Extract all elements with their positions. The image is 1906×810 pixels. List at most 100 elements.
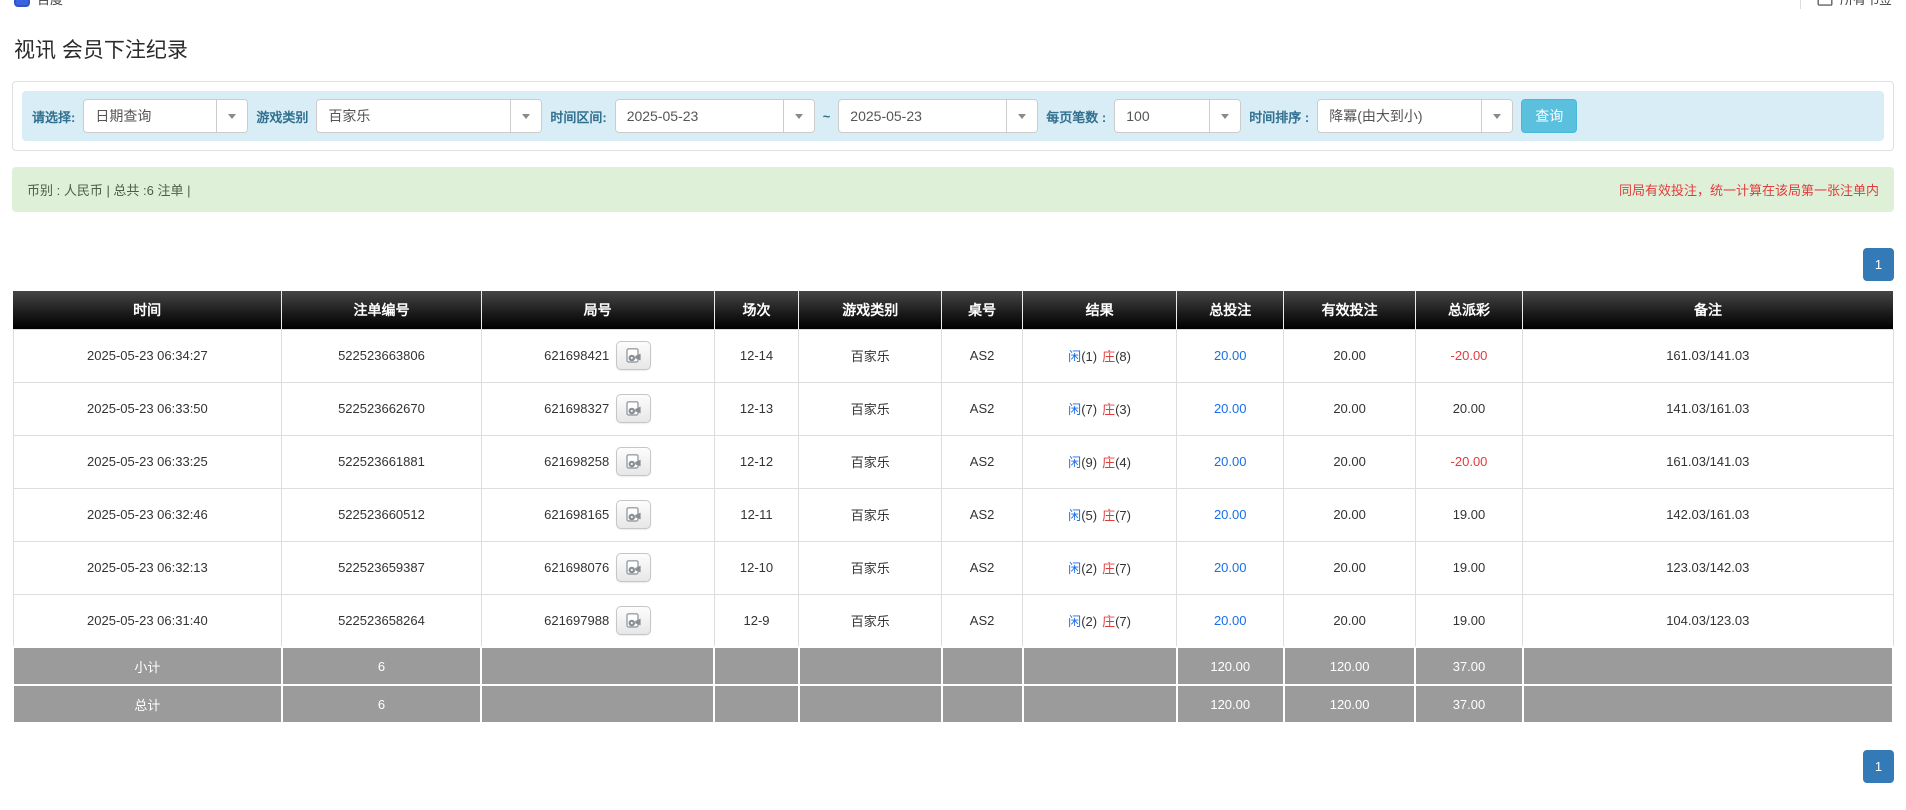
page-1-button[interactable]: 1 bbox=[1863, 248, 1894, 281]
cell-result: 闲(2)庄(7) bbox=[1023, 541, 1177, 594]
bookmark-favicon-icon bbox=[14, 0, 30, 7]
cell-session: 12-9 bbox=[714, 594, 799, 647]
column-header-game-type: 游戏类别 bbox=[799, 291, 942, 329]
total-row: 总计 6 120.00 120.00 37.00 bbox=[13, 685, 1893, 723]
records-table: 时间 注单编号 局号 场次 游戏类别 桌号 结果 总投注 有效投注 总派彩 备注… bbox=[12, 291, 1894, 724]
date-to-select[interactable]: 2025-05-23 bbox=[838, 99, 1038, 133]
date-from-value: 2025-05-23 bbox=[616, 100, 783, 132]
video-replay-button[interactable] bbox=[616, 394, 651, 423]
cell-round: 621697988 bbox=[481, 594, 714, 647]
cell-round: 621698165 bbox=[481, 488, 714, 541]
query-mode-select[interactable]: 日期查询 bbox=[83, 99, 248, 133]
table-row: 2025-05-23 06:31:40 522523658264 6216979… bbox=[13, 594, 1893, 647]
column-header-total-bet: 总投注 bbox=[1177, 291, 1284, 329]
column-header-valid-bet: 有效投注 bbox=[1284, 291, 1416, 329]
video-replay-button[interactable] bbox=[616, 553, 651, 582]
cell-game-type: 百家乐 bbox=[799, 329, 942, 382]
date-to-value: 2025-05-23 bbox=[839, 100, 1006, 132]
query-mode-value: 日期查询 bbox=[84, 100, 216, 132]
cell-time: 2025-05-23 06:31:40 bbox=[13, 594, 282, 647]
result-banker: 庄 bbox=[1102, 614, 1115, 629]
sort-order-value: 降冪(由大到小) bbox=[1318, 100, 1481, 132]
result-banker-score: (3) bbox=[1115, 402, 1131, 417]
cell-session: 12-13 bbox=[714, 382, 799, 435]
subtotal-total-bet: 120.00 bbox=[1177, 647, 1284, 685]
caret-down-icon bbox=[1481, 100, 1512, 132]
cell-remark: 142.03/161.03 bbox=[1523, 488, 1893, 541]
cell-round: 621698327 bbox=[481, 382, 714, 435]
result-player: 闲 bbox=[1068, 614, 1081, 629]
page-size-select[interactable]: 100 bbox=[1114, 99, 1241, 133]
video-replay-button[interactable] bbox=[616, 447, 651, 476]
cell-table-no: AS2 bbox=[942, 382, 1023, 435]
cell-time: 2025-05-23 06:32:13 bbox=[13, 541, 282, 594]
cell-session: 12-10 bbox=[714, 541, 799, 594]
cell-remark: 161.03/141.03 bbox=[1523, 435, 1893, 488]
cell-total-bet[interactable]: 20.00 bbox=[1177, 488, 1284, 541]
cell-valid-bet: 20.00 bbox=[1284, 594, 1416, 647]
game-type-select[interactable]: 百家乐 bbox=[316, 99, 542, 133]
date-range-label: 时间区间: bbox=[550, 107, 606, 126]
summary-notice: 同局有效投注，统一计算在该局第一张注单内 bbox=[1619, 180, 1879, 199]
total-total-bet: 120.00 bbox=[1177, 685, 1284, 723]
result-player: 闲 bbox=[1068, 455, 1081, 470]
table-row: 2025-05-23 06:33:50 522523662670 6216983… bbox=[13, 382, 1893, 435]
page-title: 视讯 会员下注纪录 bbox=[14, 34, 1892, 64]
cell-payout: 19.00 bbox=[1415, 594, 1522, 647]
column-header-time: 时间 bbox=[13, 291, 282, 329]
video-replay-button[interactable] bbox=[616, 341, 651, 370]
video-replay-icon bbox=[626, 454, 642, 469]
bookmark-item-left[interactable]: 百度 bbox=[14, 0, 63, 9]
cell-game-type: 百家乐 bbox=[799, 541, 942, 594]
video-replay-icon bbox=[626, 613, 642, 628]
cell-total-bet[interactable]: 20.00 bbox=[1177, 541, 1284, 594]
cell-time: 2025-05-23 06:33:25 bbox=[13, 435, 282, 488]
cell-remark: 141.03/161.03 bbox=[1523, 382, 1893, 435]
game-type-value: 百家乐 bbox=[317, 100, 510, 132]
all-bookmarks-button[interactable]: 所有书签 bbox=[1800, 0, 1892, 9]
cell-total-bet[interactable]: 20.00 bbox=[1177, 435, 1284, 488]
cell-session: 12-12 bbox=[714, 435, 799, 488]
cell-result: 闲(2)庄(7) bbox=[1023, 594, 1177, 647]
cell-result: 闲(9)庄(4) bbox=[1023, 435, 1177, 488]
cell-total-bet[interactable]: 20.00 bbox=[1177, 382, 1284, 435]
cell-payout: -20.00 bbox=[1415, 329, 1522, 382]
cell-table-no: AS2 bbox=[942, 541, 1023, 594]
date-separator: ~ bbox=[823, 109, 831, 124]
cell-total-bet[interactable]: 20.00 bbox=[1177, 329, 1284, 382]
cell-round: 621698421 bbox=[481, 329, 714, 382]
cell-result: 闲(1)庄(8) bbox=[1023, 329, 1177, 382]
cell-game-type: 百家乐 bbox=[799, 435, 942, 488]
result-player: 闲 bbox=[1068, 349, 1081, 364]
sort-order-select[interactable]: 降冪(由大到小) bbox=[1317, 99, 1513, 133]
subtotal-payout: 37.00 bbox=[1415, 647, 1522, 685]
video-replay-icon bbox=[626, 560, 642, 575]
table-row: 2025-05-23 06:32:13 522523659387 6216980… bbox=[13, 541, 1893, 594]
folder-icon bbox=[1817, 0, 1833, 6]
cell-remark: 161.03/141.03 bbox=[1523, 329, 1893, 382]
cell-table-no: AS2 bbox=[942, 329, 1023, 382]
cell-bet-id: 522523660512 bbox=[282, 488, 481, 541]
round-id: 621697988 bbox=[544, 613, 609, 628]
page-1-button[interactable]: 1 bbox=[1863, 750, 1894, 783]
summary-bar: 币别 : 人民币 | 总共 :6 注单 | 同局有效投注，统一计算在该局第一张注… bbox=[12, 167, 1894, 212]
cell-bet-id: 522523659387 bbox=[282, 541, 481, 594]
page: 百度 所有书签 视讯 会员下注纪录 请选择: 日期查询 游戏类别 bbox=[0, 0, 1906, 810]
video-replay-button[interactable] bbox=[616, 500, 651, 529]
cell-remark: 123.03/142.03 bbox=[1523, 541, 1893, 594]
date-from-select[interactable]: 2025-05-23 bbox=[615, 99, 815, 133]
cell-time: 2025-05-23 06:32:46 bbox=[13, 488, 282, 541]
bookmark-label: 百度 bbox=[37, 0, 63, 8]
result-banker: 庄 bbox=[1102, 402, 1115, 417]
video-replay-button[interactable] bbox=[616, 606, 651, 635]
cell-total-bet[interactable]: 20.00 bbox=[1177, 594, 1284, 647]
cell-bet-id: 522523662670 bbox=[282, 382, 481, 435]
round-id: 621698327 bbox=[544, 401, 609, 416]
result-banker-score: (4) bbox=[1115, 455, 1131, 470]
result-banker: 庄 bbox=[1102, 349, 1115, 364]
cell-payout: 20.00 bbox=[1415, 382, 1522, 435]
search-button[interactable]: 查询 bbox=[1521, 99, 1577, 133]
result-player: 闲 bbox=[1068, 508, 1081, 523]
caret-down-icon bbox=[510, 100, 541, 132]
table-body: 2025-05-23 06:34:27 522523663806 6216984… bbox=[13, 329, 1893, 647]
